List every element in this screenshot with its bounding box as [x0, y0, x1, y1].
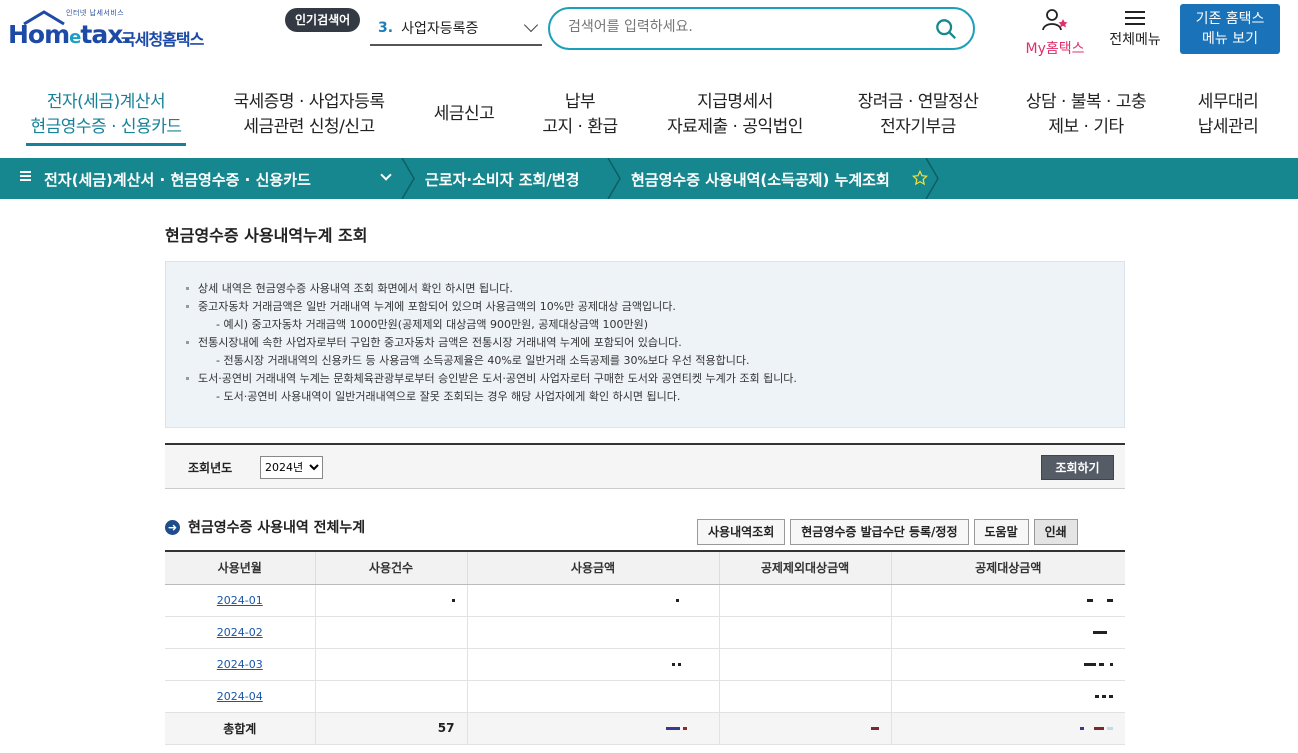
search-input[interactable]	[568, 19, 908, 35]
notice-subitem: - 예시) 중고자동차 거래금액 1000만원(공제제외 대상금액 900만원,…	[216, 318, 649, 331]
redacted-cell	[719, 712, 892, 745]
old-hometax-button[interactable]: 기존 홈택스 메뉴 보기	[1180, 4, 1280, 54]
table-row: 2024-04	[165, 680, 1125, 713]
redacted-cell	[891, 616, 1125, 649]
action-buttons: 사용내역조회 현금영수증 발급수단 등록/정정 도움말 인쇄	[697, 519, 1078, 545]
col-header-deductible: 공제대상금액	[891, 550, 1125, 585]
arrow-right-icon: ➜	[165, 519, 180, 535]
redacted-cell	[467, 584, 720, 617]
redacted-cell	[719, 648, 892, 681]
section-title: ➜ 현금영수증 사용내역 전체누계	[165, 517, 365, 537]
table-total-row: 총합계 57	[165, 712, 1125, 745]
col-header-excluded: 공제제외대상금액	[719, 550, 892, 585]
month-link[interactable]: 2024-04	[217, 690, 263, 703]
filter-bar: 조회년도 2024년 조회하기	[165, 443, 1125, 489]
redacted-cell	[891, 680, 1125, 713]
breadcrumb-level1[interactable]: 전자(세금)계산서 · 현금영수증 · 신용카드	[44, 169, 311, 190]
usage-history-button[interactable]: 사용내역조회	[697, 519, 786, 545]
menu-icon[interactable]	[20, 171, 32, 183]
my-hometax-link[interactable]: My홈택스	[1018, 8, 1092, 58]
redacted-cell	[467, 680, 720, 713]
breadcrumb-separator-icon	[607, 158, 621, 199]
redacted-cell	[719, 616, 892, 649]
all-menu-label: 전체메뉴	[1109, 32, 1161, 48]
notice-box: 상세 내역은 현금영수증 사용내역 조회 화면에서 확인 하시면 됩니다. 중고…	[165, 261, 1125, 428]
summary-table: 사용년월 사용건수 사용금액 공제제외대상금액 공제대상금액 2024-01 2…	[165, 550, 1125, 745]
global-nav: 전자(세금)계산서 현금영수증 · 신용카드 국세증명 · 사업자등록 세금관련 신…	[0, 62, 1298, 158]
breadcrumb-level2[interactable]: 근로자·소비자 조회/변경	[425, 169, 579, 190]
logo-wordmark: Hometax.	[8, 20, 132, 49]
notice-subitem: - 전통시장 거래내역의 신용카드 등 사용금액 소득공제율은 40%로 일반거…	[216, 354, 750, 367]
hamburger-icon	[1125, 11, 1145, 27]
redacted-cell	[891, 712, 1125, 745]
register-method-button[interactable]: 현금영수증 발급수단 등록/정정	[790, 519, 969, 545]
gnb-item-tax-agent[interactable]: 세무대리 납세관리	[1190, 90, 1266, 140]
table-header-row: 사용년월 사용건수 사용금액 공제제외대상금액 공제대상금액	[165, 550, 1125, 585]
table-row: 2024-02	[165, 616, 1125, 649]
search-icon[interactable]	[935, 18, 957, 40]
logo-korean: 국세청홈택스	[121, 30, 204, 49]
breadcrumb-separator-icon	[401, 158, 415, 199]
gnb-item-einvoice[interactable]: 전자(세금)계산서 현금영수증 · 신용카드	[26, 90, 186, 146]
table-row: 2024-03	[165, 648, 1125, 681]
my-hometax-label: My홈택스	[1025, 41, 1085, 57]
breadcrumb-separator-icon	[925, 158, 939, 199]
page-title: 현금영수증 사용내역누계 조회	[165, 226, 368, 245]
redacted-cell	[719, 680, 892, 713]
month-link[interactable]: 2024-01	[217, 594, 263, 607]
redacted-cell	[315, 648, 468, 681]
user-icon	[1042, 9, 1068, 31]
total-label: 총합계	[165, 712, 316, 745]
hometax-logo[interactable]: 인터넷 납세서비스 Hometax. 국세청홈택스	[8, 6, 223, 50]
col-header-month: 사용년월	[165, 550, 316, 585]
popular-term: 사업자등록증	[401, 21, 479, 37]
year-select[interactable]: 2024년	[260, 456, 323, 479]
redacted-cell	[467, 712, 720, 745]
redacted-cell	[467, 616, 720, 649]
notice-item: 전통시장내에 속한 사업자로부터 구입한 중고자동차 금액은 전통시장 거래내역…	[186, 334, 1104, 352]
notice-item: 상세 내역은 현금영수증 사용내역 조회 화면에서 확인 하시면 됩니다.	[186, 280, 1104, 298]
gnb-item-incentive[interactable]: 장려금 · 연말정산 전자기부금	[848, 90, 988, 140]
help-button[interactable]: 도움말	[973, 519, 1029, 545]
popular-rank: 3.	[378, 20, 394, 36]
redacted-cell	[467, 648, 720, 681]
header: 인터넷 납세서비스 Hometax. 국세청홈택스 인기검색어 3. 사업자등록…	[0, 0, 1298, 62]
gnb-item-tax-report[interactable]: 세금신고	[424, 102, 504, 127]
gnb-item-payment-statement[interactable]: 지급명세서 자료제출 · 공익법인	[660, 90, 810, 140]
gnb-item-payment[interactable]: 납부 고지 · 환급	[535, 90, 625, 140]
chevron-down-icon	[523, 17, 539, 33]
month-link[interactable]: 2024-03	[217, 658, 263, 671]
redacted-cell	[891, 648, 1125, 681]
search-box	[548, 7, 975, 50]
redacted-cell	[891, 584, 1125, 617]
print-button[interactable]: 인쇄	[1033, 519, 1078, 545]
col-header-amount: 사용금액	[467, 550, 720, 585]
all-menu-button[interactable]: 전체메뉴	[1103, 8, 1167, 49]
chevron-down-icon[interactable]	[380, 169, 392, 181]
breadcrumb-level3: 현금영수증 사용내역(소득공제) 누계조회	[631, 171, 890, 189]
notice-item: 중고자동차 거래금액은 일반 거래내역 누계에 포함되어 있으며 사용금액의 1…	[186, 298, 1104, 316]
year-label: 조회년도	[188, 461, 233, 475]
notice-item: 도서·공연비 거래내역 누계는 문화체육관광부로부터 승인받은 도서·공연비 사…	[186, 370, 1104, 388]
redacted-cell	[719, 584, 892, 617]
query-button[interactable]: 조회하기	[1041, 455, 1114, 480]
redacted-cell	[315, 680, 468, 713]
month-link[interactable]: 2024-02	[217, 626, 263, 639]
total-count: 57	[315, 712, 468, 745]
notice-subitem: - 도서·공연비 사용내역이 일반거래내역으로 잘못 조회되는 경우 해당 사업…	[216, 390, 681, 403]
popular-search-badge: 인기검색어	[285, 8, 361, 32]
redacted-cell	[315, 616, 468, 649]
gnb-item-certificate[interactable]: 국세증명 · 사업자등록 세금관련 신청/신고	[224, 90, 394, 140]
logo-tagline: 인터넷 납세서비스	[66, 9, 125, 17]
popular-search-select[interactable]: 3. 사업자등록증	[370, 12, 542, 46]
col-header-count: 사용건수	[315, 550, 468, 585]
table-row: 2024-01	[165, 584, 1125, 617]
gnb-item-consult[interactable]: 상담 · 불복 · 고충 제보 · 기타	[1018, 90, 1154, 140]
location-bar: 전자(세금)계산서 · 현금영수증 · 신용카드 근로자·소비자 조회/변경 현…	[0, 158, 1298, 199]
redacted-cell	[315, 584, 468, 617]
